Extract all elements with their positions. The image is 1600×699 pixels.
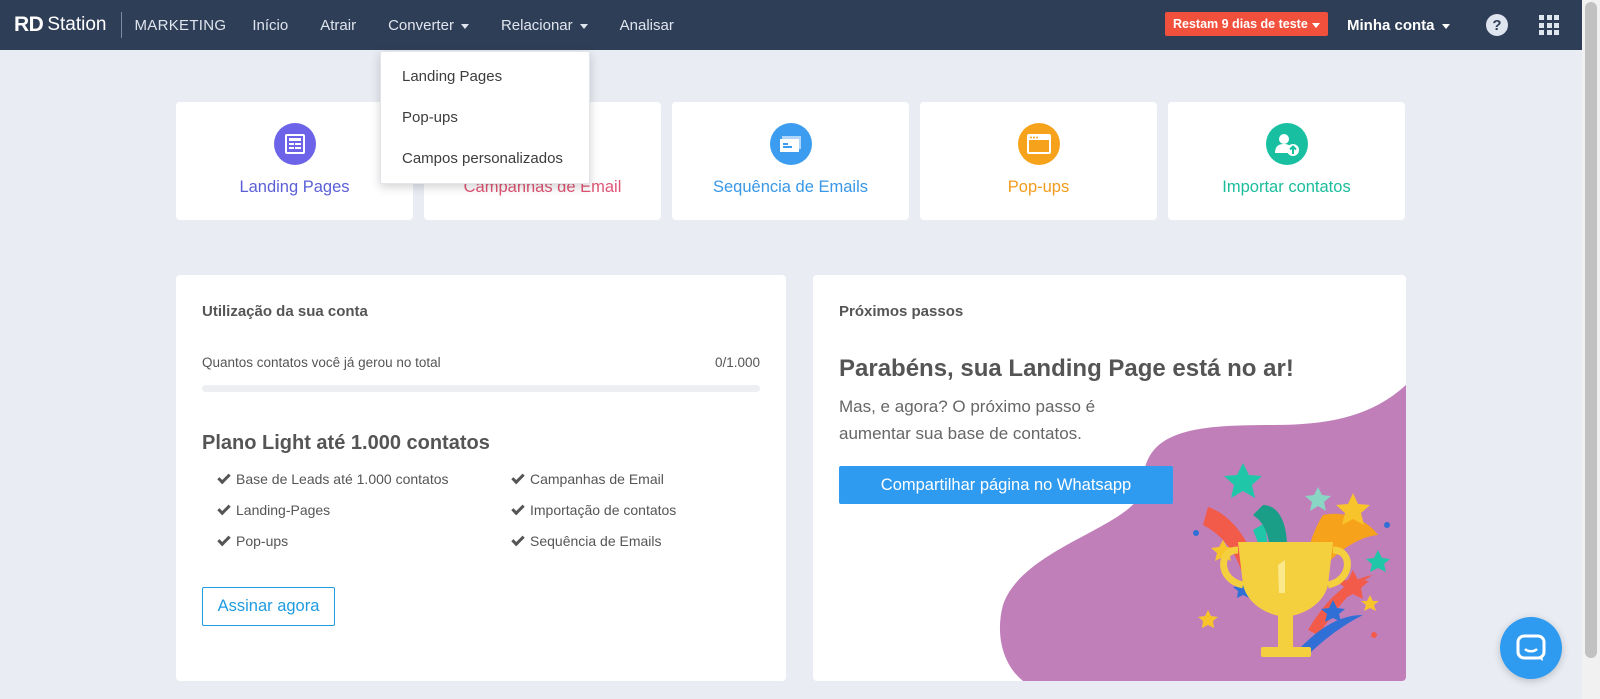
trophy-stem	[1278, 615, 1293, 650]
page-scrollbar[interactable]	[1582, 0, 1600, 699]
trial-days-badge[interactable]: Restam 9 dias de teste	[1165, 12, 1328, 36]
panel-title: Próximos passos	[839, 303, 964, 320]
logo-divider	[120, 12, 122, 38]
shortcut-landing-pages[interactable]: Landing Pages	[176, 102, 413, 220]
account-menu[interactable]: Minha conta	[1347, 0, 1450, 50]
shortcut-email-sequence[interactable]: Sequência de Emails	[672, 102, 909, 220]
nav-label: Analisar	[619, 16, 674, 34]
logo-product-text: MARKETING	[134, 16, 227, 34]
confetti-dot	[1384, 522, 1390, 528]
top-navigation-bar: RD Station MARKETING Início Atrair Conve…	[0, 0, 1582, 50]
caret-down-icon	[460, 23, 469, 29]
feature-label: Importação de contatos	[530, 502, 677, 518]
nav-item-inicio[interactable]: Início	[236, 0, 304, 50]
usage-label: Quantos contatos você já gerou no total	[202, 355, 441, 370]
logo-rd-text: RD	[14, 13, 44, 36]
feature-item: Base de Leads até 1.000 contatos	[217, 469, 512, 489]
congrats-subtext: Mas, e agora? O próximo passo é aumentar…	[839, 397, 1096, 443]
shortcut-label: Importar contatos	[1222, 178, 1351, 196]
account-usage-panel: Utilização da sua conta Quantos contatos…	[176, 275, 786, 681]
check-icon	[511, 501, 525, 515]
popup-window-icon	[1017, 123, 1060, 165]
feature-label: Sequência de Emails	[530, 533, 662, 549]
nav-item-converter[interactable]: Converter	[372, 0, 485, 50]
grid-apps-icon[interactable]	[1539, 15, 1559, 35]
feature-label: Campanhas de Email	[530, 471, 664, 487]
plan-title: Plano Light até 1.000 contatos	[202, 432, 490, 454]
plan-features-list: Base de Leads até 1.000 contatos Campanh…	[217, 469, 778, 551]
nav-item-analisar[interactable]: Analisar	[604, 0, 690, 50]
congrats-headline: Parabéns, sua Landing Page está no ar!	[839, 355, 1294, 382]
feature-item: Campanhas de Email	[511, 469, 772, 489]
rd-station-logo[interactable]: RD Station MARKETING	[14, 12, 226, 38]
shortcut-label: Landing Pages	[239, 178, 350, 196]
caret-down-icon	[1441, 23, 1450, 29]
nav-label: Relacionar	[500, 16, 573, 34]
question-circle-icon[interactable]: ?	[1486, 14, 1508, 36]
feature-item: Importação de contatos	[511, 500, 772, 520]
check-icon	[217, 501, 231, 515]
trophy-base	[1261, 647, 1311, 657]
caret-down-icon	[1311, 22, 1320, 28]
landing-page-icon	[273, 123, 316, 165]
converter-dropdown-menu: Landing Pages Pop-ups Campos personaliza…	[380, 51, 590, 184]
email-sequence-icon	[769, 123, 812, 165]
import-contact-icon	[1265, 123, 1308, 165]
caret-down-icon	[579, 23, 588, 29]
main-nav: Início Atrair Converter Relacionar Anali…	[236, 0, 689, 50]
usage-value: 0/1.000	[714, 355, 760, 370]
feature-label: Base de Leads até 1.000 contatos	[236, 471, 449, 487]
subscribe-button[interactable]: Assinar agora	[202, 587, 335, 626]
dropdown-item-pop-ups[interactable]: Pop-ups	[381, 107, 589, 148]
nav-label: Início	[252, 16, 289, 34]
shortcut-label: Sequência de Emails	[712, 178, 868, 196]
feature-item: Landing-Pages	[217, 500, 512, 520]
scrollbar-thumb[interactable]	[1585, 2, 1597, 658]
dropdown-item-custom-fields[interactable]: Campos personalizados	[381, 148, 589, 189]
account-label: Minha conta	[1347, 16, 1435, 34]
shortcut-import-contacts[interactable]: Importar contatos	[1168, 102, 1405, 220]
trophy-number	[1278, 560, 1285, 593]
check-icon	[511, 470, 525, 484]
shortcut-label: Pop-ups	[1007, 178, 1070, 196]
logo-station-text: Station	[47, 14, 107, 35]
nav-item-relacionar[interactable]: Relacionar	[485, 0, 604, 50]
panel-title: Utilização da sua conta	[202, 303, 368, 320]
check-icon	[217, 470, 231, 484]
check-icon	[511, 532, 525, 546]
confetti-dot	[1193, 530, 1199, 536]
nav-label: Converter	[388, 16, 454, 34]
feature-item: Sequência de Emails	[511, 531, 772, 551]
feature-label: Pop-ups	[236, 533, 289, 549]
feature-label: Landing-Pages	[236, 502, 331, 518]
confetti-dot	[1371, 632, 1377, 638]
check-icon	[217, 532, 231, 546]
dropdown-item-landing-pages[interactable]: Landing Pages	[381, 66, 589, 107]
next-steps-panel: Próximos passos Parabéns, sua Landing Pa…	[813, 275, 1406, 681]
nav-label: Atrair	[320, 16, 357, 34]
share-whatsapp-button[interactable]: Compartilhar página no Whatsapp	[839, 466, 1173, 504]
feature-item: Pop-ups	[217, 531, 512, 551]
usage-progress-bar	[202, 385, 760, 392]
shortcut-popups[interactable]: Pop-ups	[920, 102, 1157, 220]
nav-item-atrair[interactable]: Atrair	[304, 0, 372, 50]
trial-label: Restam 9 dias de teste	[1173, 17, 1308, 31]
chat-bubble-icon[interactable]	[1500, 617, 1562, 679]
